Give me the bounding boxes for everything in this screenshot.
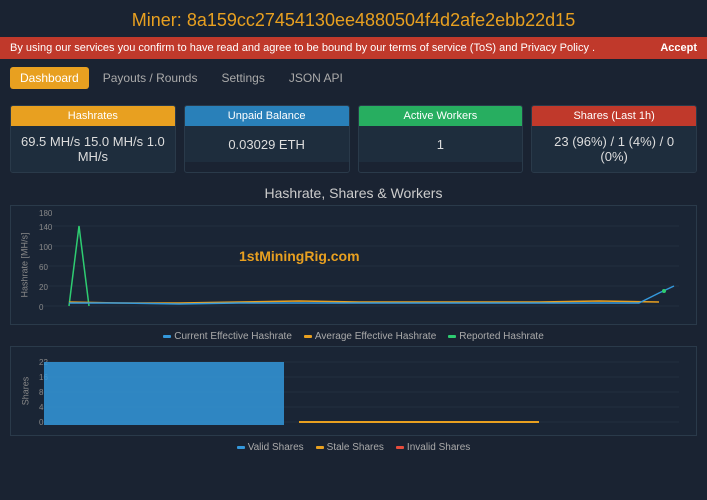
legend-reported-label: Reported Hashrate xyxy=(459,331,544,342)
stat-card-2: Active Workers1 xyxy=(358,105,524,173)
stat-header-3: Shares (Last 1h) xyxy=(532,106,696,126)
stat-header-2: Active Workers xyxy=(359,106,523,126)
shares-y-label: Shares xyxy=(11,347,39,435)
legend-valid-label: Valid Shares xyxy=(248,442,304,453)
reported-hashrate-color xyxy=(448,335,456,338)
nav-item-payouts-rounds[interactable]: Payouts / Rounds xyxy=(93,67,208,89)
legend-invalid-label: Invalid Shares xyxy=(407,442,470,453)
hashrate-y-label: Hashrate [MH/s] xyxy=(11,206,39,324)
stale-shares-color xyxy=(316,446,324,449)
legend-stale-shares: Stale Shares xyxy=(316,442,384,453)
terms-banner: By using our services you confirm to hav… xyxy=(0,37,707,59)
legend-stale-label: Stale Shares xyxy=(327,442,384,453)
stat-value-0: 69.5 MH/s 15.0 MH/s 1.0 MH/s xyxy=(11,126,175,172)
navigation: DashboardPayouts / RoundsSettingsJSON AP… xyxy=(0,59,707,97)
chart-area: Hashrate, Shares & Workers Hashrate [MH/… xyxy=(0,185,707,455)
svg-text:0: 0 xyxy=(39,418,44,427)
stats-row: Hashrates69.5 MH/s 15.0 MH/s 1.0 MH/sUnp… xyxy=(0,97,707,181)
legend-valid-shares: Valid Shares xyxy=(237,442,304,453)
legend-avg-hashrate: Average Effective Hashrate xyxy=(304,331,436,342)
legend-reported-hashrate: Reported Hashrate xyxy=(448,331,544,342)
stat-value-1: 0.03029 ETH xyxy=(185,126,349,162)
svg-text:140: 140 xyxy=(39,223,53,232)
svg-text:4: 4 xyxy=(39,403,44,412)
svg-text:100: 100 xyxy=(39,243,53,252)
chart-title: Hashrate, Shares & Workers xyxy=(10,185,697,201)
hashrate-legend: Current Effective Hashrate Average Effec… xyxy=(10,329,697,344)
svg-text:0: 0 xyxy=(39,303,44,312)
banner-text: By using our services you confirm to hav… xyxy=(10,42,595,54)
miner-id: 8a159cc27454130ee4880504f4d2afe2ebb22d15 xyxy=(187,10,575,30)
stat-card-3: Shares (Last 1h)23 (96%) / 1 (4%) / 0 (0… xyxy=(531,105,697,173)
invalid-shares-color xyxy=(396,446,404,449)
stat-card-1: Unpaid Balance0.03029 ETH xyxy=(184,105,350,173)
shares-svg: 0 4 8 16 22 xyxy=(39,347,696,437)
nav-item-json-api[interactable]: JSON API xyxy=(279,67,353,89)
stat-value-3: 23 (96%) / 1 (4%) / 0 (0%) xyxy=(532,126,696,172)
miner-label: Miner: xyxy=(132,10,182,30)
stat-header-1: Unpaid Balance xyxy=(185,106,349,126)
hashrate-chart: Hashrate [MH/s] 0 20 60 100 140 180 xyxy=(10,205,697,325)
stat-value-2: 1 xyxy=(359,126,523,162)
svg-text:180: 180 xyxy=(39,209,53,218)
legend-invalid-shares: Invalid Shares xyxy=(396,442,470,453)
shares-chart: Shares 0 4 8 16 22 xyxy=(10,346,697,436)
stat-header-0: Hashrates xyxy=(11,106,175,126)
shares-legend: Valid Shares Stale Shares Invalid Shares xyxy=(10,440,697,455)
accept-button[interactable]: Accept xyxy=(660,42,697,54)
hashrate-svg: 0 20 60 100 140 180 1stMiningRig.com xyxy=(39,206,696,326)
svg-text:1stMiningRig.com: 1stMiningRig.com xyxy=(239,248,360,264)
nav-item-dashboard[interactable]: Dashboard xyxy=(10,67,89,89)
svg-text:20: 20 xyxy=(39,283,48,292)
avg-hashrate-color xyxy=(304,335,312,338)
legend-current-label: Current Effective Hashrate xyxy=(174,331,292,342)
legend-current-hashrate: Current Effective Hashrate xyxy=(163,331,292,342)
page-header: Miner: 8a159cc27454130ee4880504f4d2afe2e… xyxy=(0,0,707,37)
stat-card-0: Hashrates69.5 MH/s 15.0 MH/s 1.0 MH/s xyxy=(10,105,176,173)
current-hashrate-color xyxy=(163,335,171,338)
nav-item-settings[interactable]: Settings xyxy=(211,67,274,89)
chart-title-text: Hashrate, Shares & Workers xyxy=(265,185,443,201)
svg-text:8: 8 xyxy=(39,388,44,397)
legend-avg-label: Average Effective Hashrate xyxy=(315,331,436,342)
valid-shares-color xyxy=(237,446,245,449)
svg-text:60: 60 xyxy=(39,263,48,272)
